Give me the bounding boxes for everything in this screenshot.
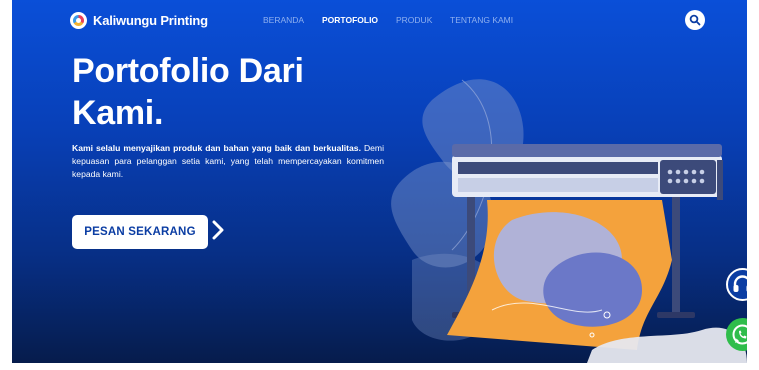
search-button[interactable] bbox=[685, 10, 705, 30]
order-now-button[interactable]: PESAN SEKARANG bbox=[72, 215, 208, 249]
search-icon bbox=[689, 14, 701, 26]
hero-description-bold: Kami selalu menyajikan produk dan bahan … bbox=[72, 143, 361, 153]
brand-name: Kaliwungu Printing bbox=[93, 13, 208, 28]
nav-item-produk[interactable]: PRODUK bbox=[396, 15, 432, 25]
page-title: Portofolio Dari Kami. bbox=[72, 50, 372, 134]
printer-leg bbox=[672, 185, 680, 315]
whatsapp-button[interactable] bbox=[726, 318, 747, 351]
whatsapp-icon bbox=[732, 324, 747, 345]
support-button[interactable] bbox=[726, 268, 747, 301]
printer-illustration bbox=[391, 79, 747, 363]
nav-item-beranda[interactable]: BERANDA bbox=[263, 15, 304, 25]
headset-icon bbox=[733, 275, 747, 292]
nav-item-portofolio[interactable]: PORTOFOLIO bbox=[322, 15, 378, 25]
nav-item-tentang-kami[interactable]: TENTANG KAMI bbox=[450, 15, 513, 25]
hero-description: Kami selalu menyajikan produk dan bahan … bbox=[72, 142, 384, 181]
brand-logo[interactable]: Kaliwungu Printing bbox=[70, 12, 208, 29]
hero-section: Kaliwungu Printing BERANDA PORTOFOLIO PR… bbox=[12, 0, 747, 363]
logo-icon bbox=[70, 12, 87, 29]
printer-control-panel bbox=[660, 160, 716, 194]
page-title-line2: Kami. bbox=[72, 94, 164, 132]
chevron-right-icon[interactable] bbox=[212, 220, 224, 240]
page-title-line1: Portofolio Dari bbox=[72, 52, 304, 90]
